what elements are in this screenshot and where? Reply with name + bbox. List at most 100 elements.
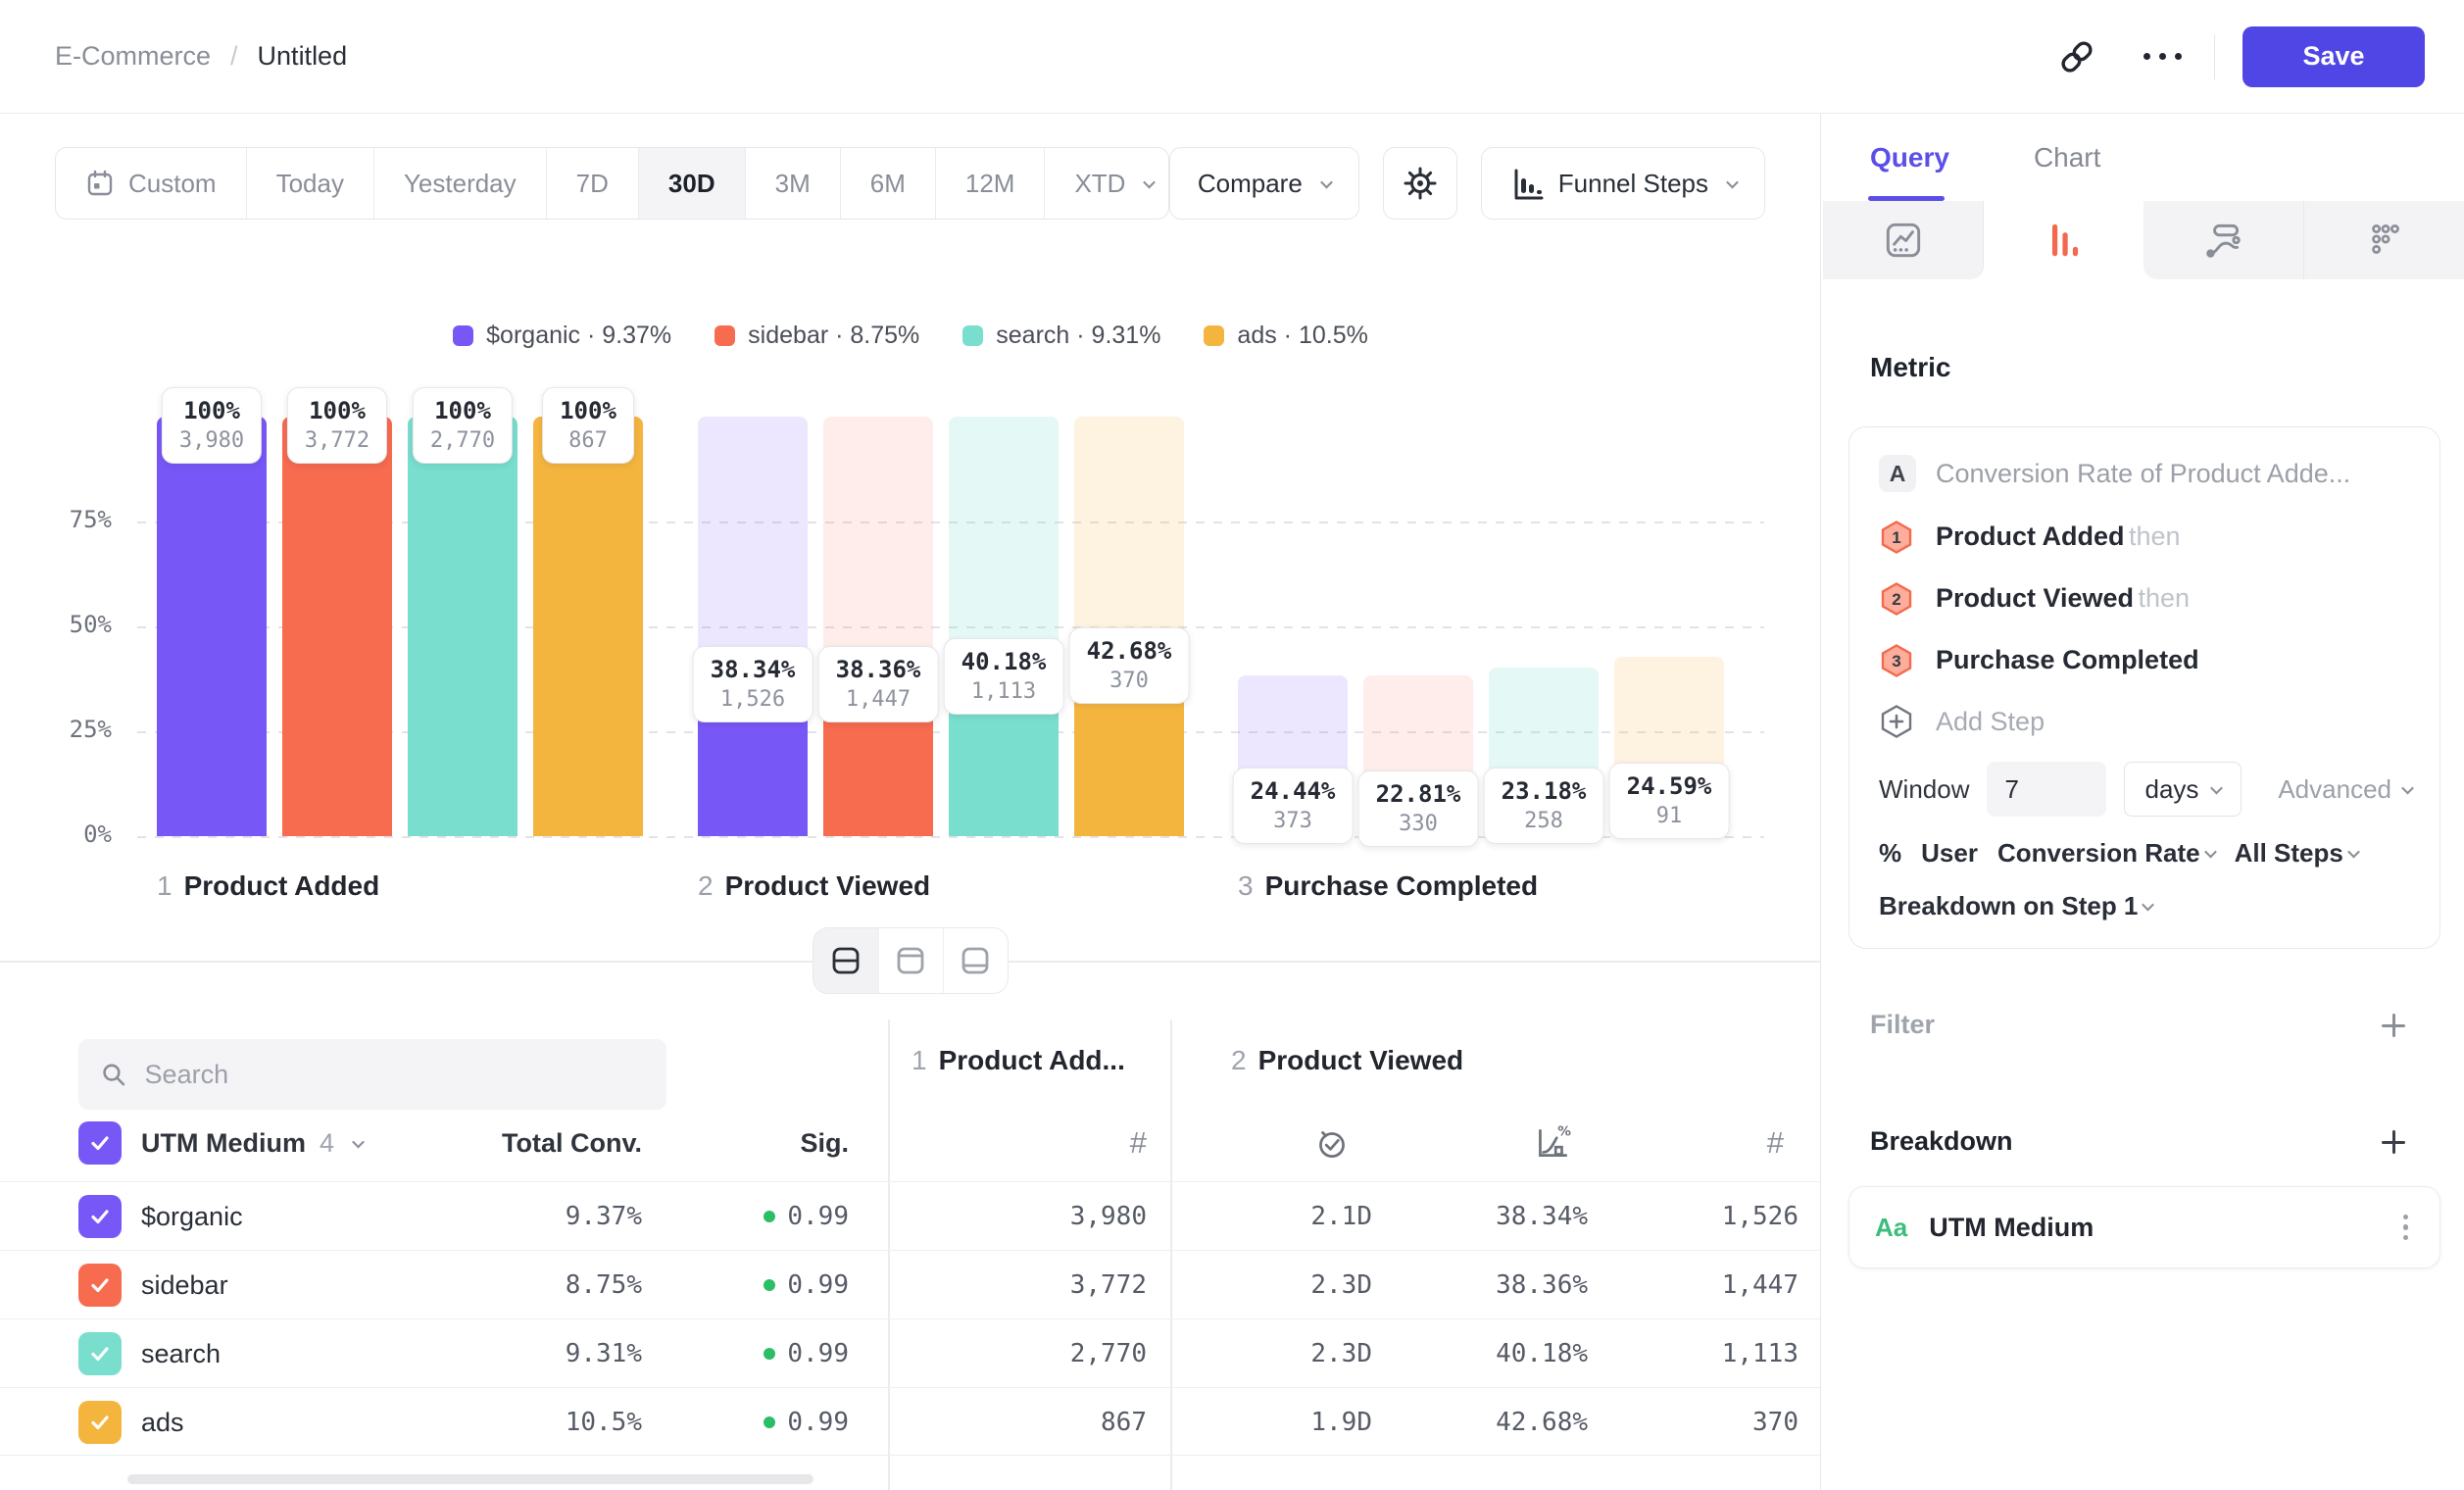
breakdown-step-select[interactable]: Breakdown on Step 1 — [1879, 891, 2152, 921]
percent-token[interactable]: % — [1879, 838, 1901, 869]
string-property-icon: Aa — [1875, 1213, 1907, 1243]
range-12m[interactable]: 12M — [935, 148, 1045, 219]
significance-dot — [764, 1348, 775, 1360]
bar-value-label: 42.68% 370 — [1069, 627, 1190, 704]
step2-count-column-toggle[interactable]: # — [1690, 1114, 1784, 1172]
more-options-button[interactable] — [2132, 25, 2194, 88]
split-view-icon — [829, 944, 862, 977]
row-checkbox[interactable] — [78, 1332, 122, 1375]
bar-count: 330 — [1376, 810, 1461, 838]
add-filter-button[interactable] — [2380, 1012, 2407, 1039]
compare-button[interactable]: Compare — [1169, 147, 1359, 220]
range-6m[interactable]: 6M — [840, 148, 935, 219]
funnel-bar[interactable] — [533, 417, 643, 836]
range-label: 7D — [576, 169, 609, 199]
layout-chart-only-button[interactable] — [878, 928, 943, 993]
legend-item[interactable]: search · 9.31% — [962, 322, 1160, 350]
bar-value-label: 24.59% 91 — [1609, 763, 1730, 839]
bar-count: 1,113 — [961, 677, 1047, 706]
range-30d[interactable]: 30D — [638, 148, 745, 219]
flows-icon — [2201, 218, 2246, 263]
chart-settings-button[interactable] — [1383, 147, 1457, 220]
chevron-down-icon — [1144, 175, 1157, 188]
funnel-ghost-bar — [1074, 417, 1184, 657]
funnel-step-axis-label: 3Purchase Completed — [1238, 870, 1538, 902]
row-checkbox[interactable] — [78, 1264, 122, 1307]
row-checkbox[interactable] — [78, 1401, 122, 1444]
legend-item[interactable]: sidebar · 8.75% — [715, 322, 919, 350]
chart-type-insights[interactable] — [1823, 201, 1984, 279]
range-3m[interactable]: 3M — [745, 148, 840, 219]
range-custom[interactable]: Custom — [56, 148, 246, 219]
query-step-row[interactable]: 2 Product Viewed then — [1849, 568, 2439, 629]
breakdown-item[interactable]: Aa UTM Medium — [1848, 1186, 2440, 1268]
breakdown-item-menu[interactable] — [2397, 1209, 2415, 1247]
metric-card: A Conversion Rate of Product Adde... 1 P… — [1848, 426, 2440, 949]
horizontal-scrollbar[interactable] — [127, 1474, 813, 1484]
save-button[interactable]: Save — [2242, 26, 2425, 87]
metric-title-row[interactable]: A Conversion Rate of Product Adde... — [1849, 441, 2439, 506]
table-row[interactable]: search 9.31% 0.99 2,770 2.3D 40.18% 1,11… — [0, 1318, 1820, 1387]
select-all-checkbox[interactable] — [78, 1121, 122, 1165]
share-link-button[interactable] — [2045, 25, 2108, 88]
breadcrumb-separator: / — [230, 41, 238, 72]
layout-split-button[interactable] — [813, 928, 878, 993]
add-step-button[interactable]: Add Step — [1849, 691, 2439, 752]
counting-entity-select[interactable]: User — [1921, 838, 1978, 869]
significance-dot — [764, 1416, 775, 1428]
query-step-row[interactable]: 1 Product Added then — [1849, 506, 2439, 568]
line-chart-icon — [1881, 218, 1926, 263]
query-step-row[interactable]: 3 Purchase Completed — [1849, 629, 2439, 691]
bar-pct: 40.18% — [961, 646, 1047, 677]
legend-item[interactable]: ads · 10.5% — [1204, 322, 1367, 350]
window-value-input[interactable] — [1987, 762, 2106, 817]
range-xtd[interactable]: XTD — [1044, 148, 1168, 219]
step2-conv-column-toggle[interactable]: % — [1531, 1114, 1584, 1172]
top-panel-view-icon — [894, 944, 927, 977]
sig-value: 0.99 — [787, 1202, 849, 1231]
bar-count: 370 — [1087, 667, 1172, 695]
chart-type-funnel[interactable] — [1984, 201, 2144, 279]
chevron-down-icon — [2347, 845, 2360, 858]
chart-type-button[interactable]: Funnel Steps — [1481, 147, 1765, 220]
step-number: 2 — [1231, 1045, 1247, 1075]
group-column-header[interactable]: UTM Medium 4 — [141, 1114, 363, 1172]
table-row[interactable]: ads 10.5% 0.99 867 1.9D 42.68% 370 — [0, 1387, 1820, 1456]
table-row[interactable]: $organic 9.37% 0.99 3,980 2.1D 38.34% 1,… — [0, 1181, 1820, 1250]
row-label: $organic — [141, 1202, 243, 1232]
tab-query[interactable]: Query — [1870, 142, 1949, 174]
legend-item[interactable]: $organic · 9.37% — [453, 322, 671, 350]
step1-count-column-toggle[interactable]: # — [931, 1114, 1147, 1172]
range-today[interactable]: Today — [246, 148, 373, 219]
breakdown-step-row: Breakdown on Step 1 — [1849, 879, 2439, 932]
chart-type-retention[interactable] — [2304, 201, 2464, 279]
legend: $organic · 9.37% sidebar · 8.75% search … — [0, 322, 1821, 350]
row-checkbox[interactable] — [78, 1195, 122, 1238]
breakdown-table: 1Product Add... 2Product Viewed UTM Medi… — [0, 1019, 1820, 1490]
table-row[interactable]: sidebar 8.75% 0.99 3,772 2.3D 38.36% 1,4… — [0, 1250, 1820, 1318]
step2-time-column-toggle[interactable] — [1311, 1114, 1364, 1172]
funnel-ghost-bar — [823, 417, 933, 675]
tab-chart[interactable]: Chart — [2034, 142, 2100, 174]
funnel-bar[interactable] — [282, 417, 392, 836]
steps-scope-select[interactable]: All Steps — [2235, 838, 2358, 869]
breadcrumb-parent[interactable]: E-Commerce — [55, 41, 211, 72]
step1-count: 867 — [1101, 1408, 1147, 1437]
group-label: UTM Medium — [141, 1128, 306, 1159]
add-breakdown-button[interactable] — [2380, 1128, 2407, 1156]
measure-select[interactable]: Conversion Rate — [1997, 838, 2215, 869]
range-7d[interactable]: 7D — [546, 148, 638, 219]
breakdown-section: Breakdown — [1870, 1126, 2407, 1157]
window-unit-select[interactable]: days — [2124, 762, 2242, 817]
advanced-toggle[interactable]: Advanced — [2278, 774, 2412, 805]
layout-table-only-button[interactable] — [943, 928, 1008, 993]
total-conv-column-header[interactable]: Total Conv. — [421, 1114, 642, 1172]
breadcrumb-current[interactable]: Untitled — [258, 41, 348, 72]
range-yesterday[interactable]: Yesterday — [373, 148, 546, 219]
funnel-bar[interactable] — [408, 417, 517, 836]
sig-column-header[interactable]: Sig. — [627, 1114, 849, 1172]
funnel-bar[interactable] — [157, 417, 267, 836]
window-label: Window — [1879, 774, 1969, 805]
bar-pct: 23.18% — [1502, 775, 1587, 807]
chart-type-flows[interactable] — [2144, 201, 2304, 279]
